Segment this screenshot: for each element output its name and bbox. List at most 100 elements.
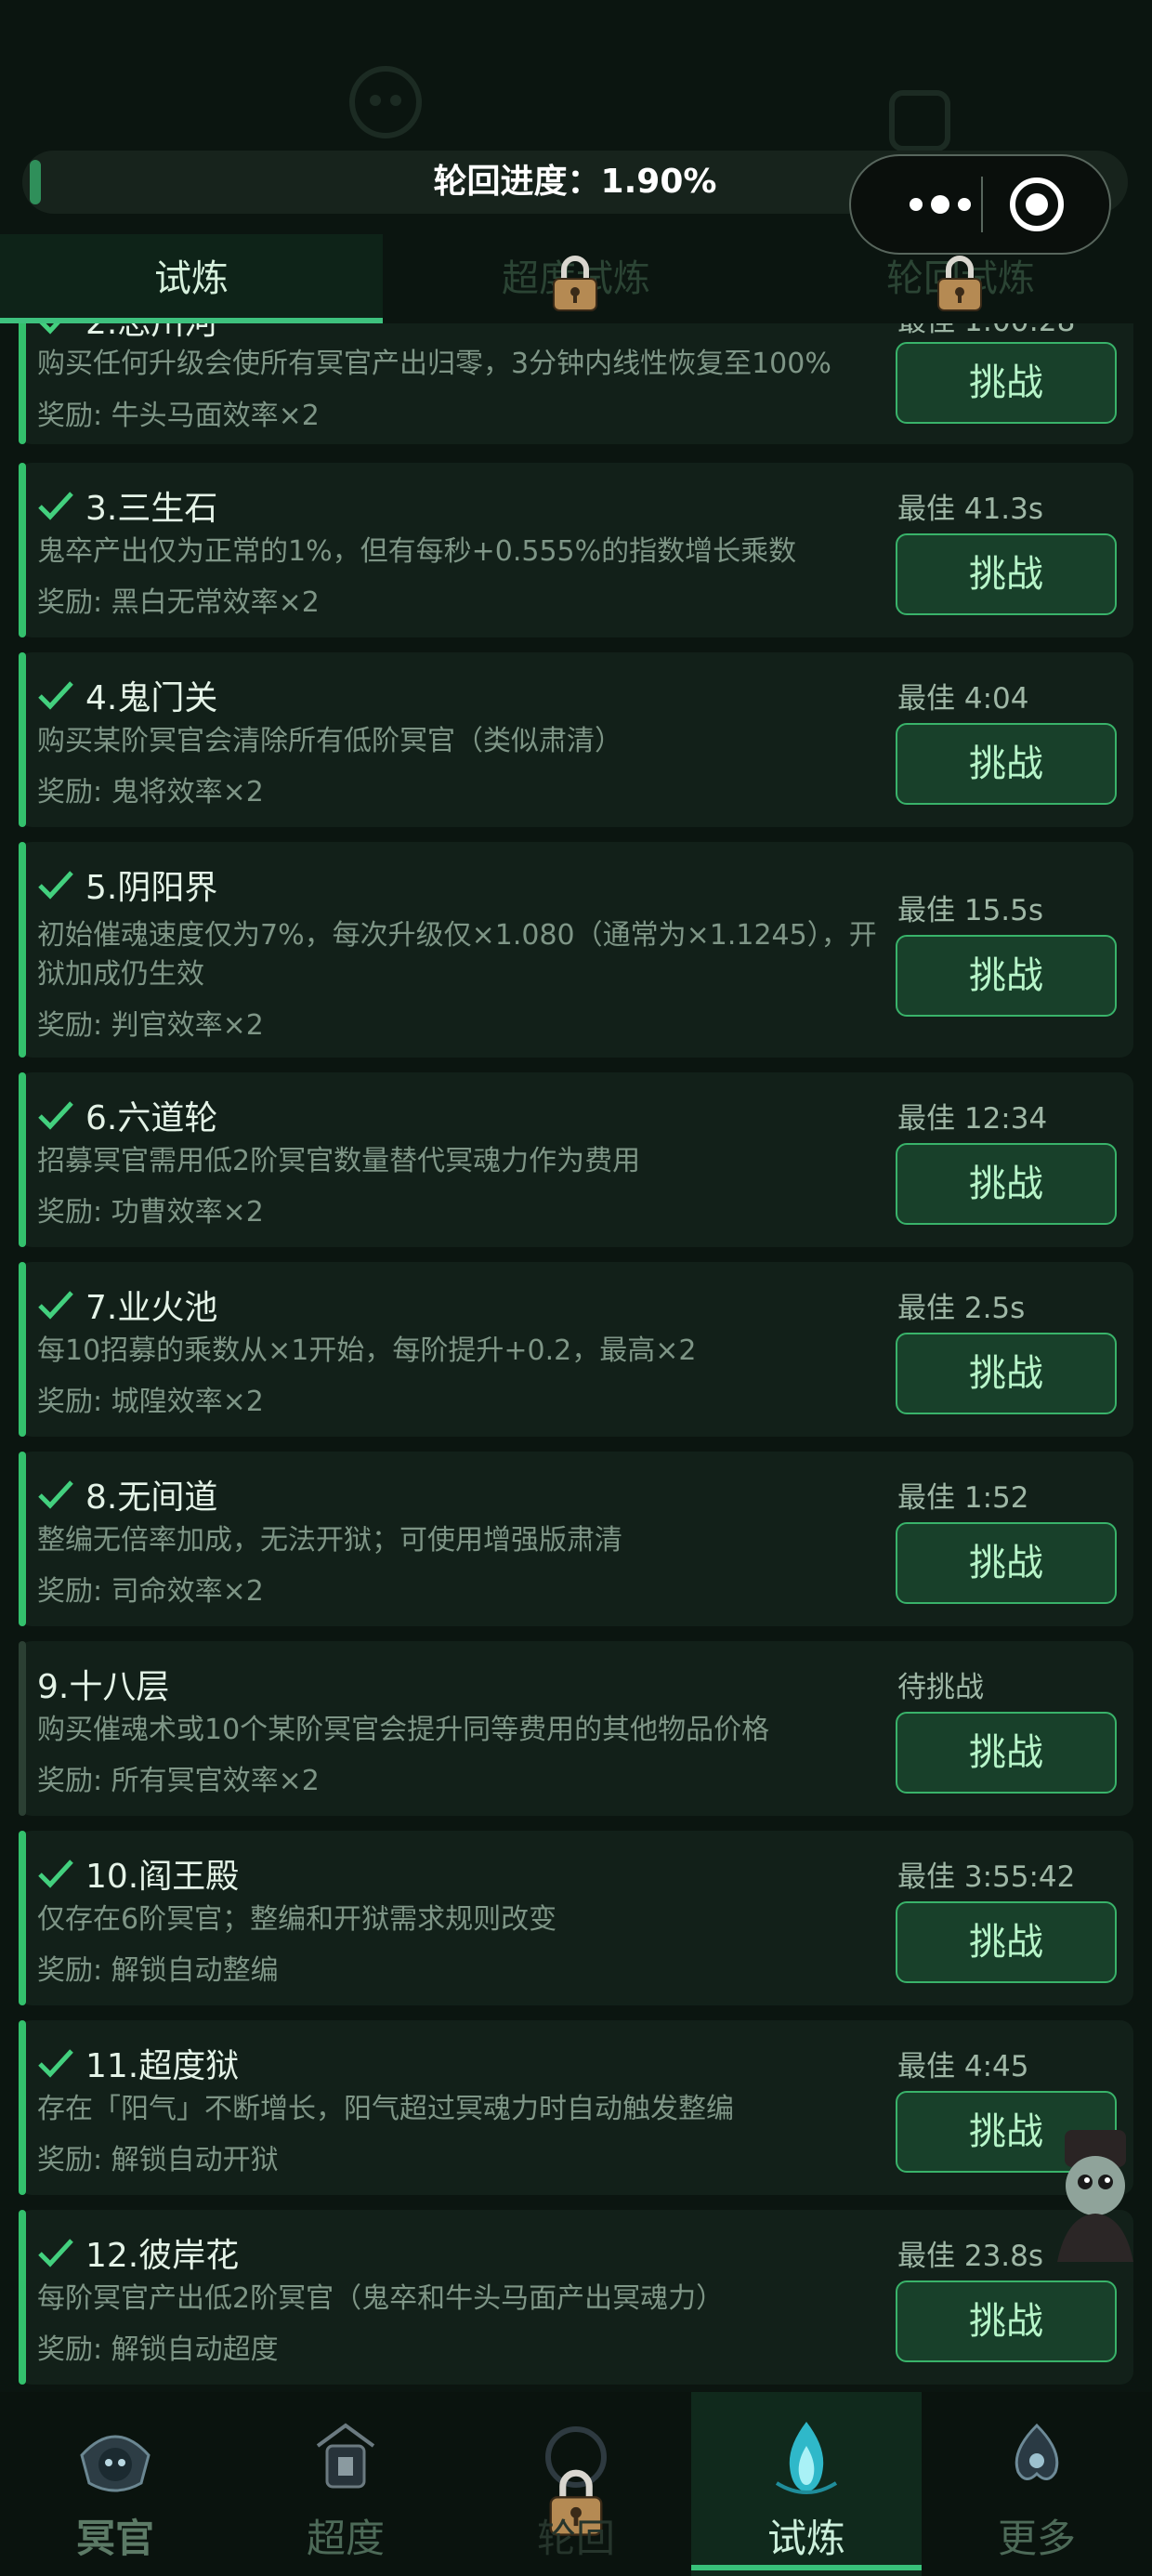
- trial-card: 5.阴阳界 初始催魂速度仅为7%，每次升级仅×1.080（通常为×1.1245）…: [19, 842, 1133, 1058]
- nav-item-reincarnation[interactable]: 轮回: [461, 2392, 691, 2576]
- trial-card: 9.十八层 购买催魂术或10个某阶冥官会提升同等费用的其他物品价格 奖励: 所有…: [19, 1641, 1133, 1816]
- best-time: 最佳 3:55:42: [897, 1860, 1076, 1894]
- trial-card: 7.业火池 每10招募的乘数从×1开始，每阶提升+0.2，最高×2 奖励: 城隍…: [19, 1262, 1133, 1437]
- trial-reward: 奖励: 司命效率×2: [37, 1575, 264, 1608]
- trial-title: 5.阴阳界: [37, 861, 217, 909]
- pending-indicator-bar: [19, 1641, 26, 1816]
- checkmark-icon: [38, 2049, 73, 2078]
- trial-description: 购买催魂术或10个某阶冥官会提升同等费用的其他物品价格: [37, 1714, 770, 1746]
- trial-description: 鬼卒产出仅为正常的1%，但有每秒+0.555%的指数增长乘数: [37, 535, 797, 568]
- nav-label: 更多: [997, 2516, 1076, 2561]
- best-time: 最佳 1:52: [897, 1481, 1029, 1515]
- best-time: 最佳 15.5s: [897, 894, 1044, 927]
- trial-description: 每10招募的乘数从×1开始，每阶提升+0.2，最高×2: [37, 1334, 697, 1367]
- trial-title: 3.三生石: [37, 481, 217, 530]
- trial-reward: 奖励: 所有冥官效率×2: [37, 1765, 320, 1797]
- completed-indicator-bar: [19, 1262, 26, 1437]
- lantern-shrine-icon: [316, 2423, 375, 2489]
- checkmark-icon: [38, 1860, 73, 1888]
- completed-indicator-bar: [19, 463, 26, 637]
- trial-card: 8.无间道 整编无倍率加成，无法开狱；可使用增强版肃清 奖励: 司命效率×2 最…: [19, 1452, 1133, 1626]
- checkmark-icon: [38, 871, 73, 900]
- trial-description: 整编无倍率加成，无法开狱；可使用增强版肃清: [37, 1524, 622, 1557]
- challenge-button[interactable]: 挑战: [896, 2280, 1117, 2362]
- trial-reward: 奖励: 黑白无常效率×2: [37, 586, 320, 619]
- trial-card: 2.忘川河 购买任何升级会使所有冥官产出归零，3分钟内线性恢复至100% 奖励:…: [19, 323, 1133, 444]
- background-ghost-icon: [349, 66, 422, 138]
- trial-description: 仅存在6阶冥官；整编和开狱需求规则改变: [37, 1903, 557, 1936]
- challenge-button[interactable]: 挑战: [896, 935, 1117, 1017]
- trial-title: 6.六道轮: [37, 1091, 217, 1139]
- nav-item-trial[interactable]: 试炼: [691, 2392, 922, 2576]
- tab-trial[interactable]: 试炼: [0, 234, 383, 323]
- blue-flame-icon: [775, 2422, 838, 2494]
- checkmark-icon: [39, 323, 60, 335]
- nav-label: 超度: [306, 2516, 385, 2561]
- trial-title: 10.阎王殿: [37, 1849, 239, 1898]
- completed-indicator-bar: [19, 2210, 26, 2385]
- checkmark-icon: [38, 1101, 73, 1130]
- best-time: 最佳 41.3s: [897, 493, 1044, 526]
- completed-indicator-bar: [19, 1831, 26, 2005]
- nav-item-officials[interactable]: 冥官: [0, 2392, 230, 2576]
- challenge-button[interactable]: 挑战: [896, 723, 1117, 805]
- ghost-helmet-icon: [80, 2435, 151, 2492]
- challenge-button[interactable]: 挑战: [896, 1901, 1117, 1983]
- checkmark-icon: [38, 1291, 73, 1320]
- challenge-button[interactable]: 挑战: [896, 1522, 1117, 1604]
- trial-reward: 奖励: 解锁自动超度: [37, 2333, 279, 2366]
- trial-reward: 奖励: 解锁自动开狱: [37, 2144, 279, 2176]
- nav-item-more[interactable]: 更多: [922, 2392, 1152, 2576]
- completed-indicator-bar: [19, 323, 26, 444]
- trial-list[interactable]: 2.忘川河 购买任何升级会使所有冥官产出归零，3分钟内线性恢复至100% 奖励:…: [19, 323, 1133, 2392]
- completed-indicator-bar: [19, 2020, 26, 2195]
- trial-title: 11.超度狱: [37, 2039, 239, 2087]
- capsule-divider: [981, 177, 983, 232]
- trial-description: 存在「阳气」不断增长，阳气超过冥魂力时自动触发整编: [37, 2093, 734, 2125]
- checkmark-icon: [38, 681, 73, 710]
- nav-label: 轮回: [536, 2516, 615, 2561]
- trial-status: 待挑战: [897, 1671, 984, 1704]
- spade-ornament-icon: [1015, 2423, 1059, 2480]
- bottom-navigation: 冥官 超度 轮回 试炼 更多: [0, 2392, 1152, 2576]
- active-nav-underline: [691, 2565, 922, 2570]
- completed-indicator-bar: [19, 1072, 26, 1247]
- completed-indicator-bar: [19, 652, 26, 827]
- trial-title: 2.忘川河: [37, 323, 217, 344]
- trial-description: 每阶冥官产出低2阶冥官（鬼卒和牛头马面产出冥魂力）: [37, 2282, 725, 2315]
- trial-tabs: 试炼 超度试炼 轮回试炼: [0, 234, 1152, 323]
- checkmark-icon: [38, 1480, 73, 1509]
- completed-indicator-bar: [19, 1452, 26, 1626]
- challenge-button[interactable]: 挑战: [896, 1333, 1117, 1414]
- challenge-button[interactable]: 挑战: [896, 1143, 1117, 1225]
- trial-reward: 奖励: 功曹效率×2: [37, 1196, 264, 1229]
- trial-description: 购买某阶冥官会清除所有低阶冥官（类似肃清）: [37, 725, 622, 757]
- challenge-button[interactable]: 挑战: [896, 342, 1117, 424]
- best-time: 最佳 4:04: [897, 682, 1029, 716]
- challenge-button[interactable]: 挑战: [896, 533, 1117, 615]
- trial-description: 购买任何升级会使所有冥官产出归零，3分钟内线性恢复至100%: [37, 348, 831, 380]
- floating-mascot-icon[interactable]: [1039, 2123, 1152, 2262]
- trial-card: 11.超度狱 存在「阳气」不断增长，阳气超过冥魂力时自动触发整编 奖励: 解锁自…: [19, 2020, 1133, 2195]
- trial-card: 10.阎王殿 仅存在6阶冥官；整编和开狱需求规则改变 奖励: 解锁自动整编 最佳…: [19, 1831, 1133, 2005]
- trial-description: 初始催魂速度仅为7%，每次升级仅×1.080（通常为×1.1245），开狱加成仍…: [37, 919, 877, 991]
- trial-card: 12.彼岸花 每阶冥官产出低2阶冥官（鬼卒和牛头马面产出冥魂力） 奖励: 解锁自…: [19, 2210, 1133, 2385]
- trial-reward: 奖励: 判官效率×2: [37, 1009, 264, 1042]
- nav-label: 试炼: [766, 2516, 845, 2561]
- lock-icon: [937, 256, 982, 311]
- nav-item-salvation[interactable]: 超度: [230, 2392, 461, 2576]
- trial-card: 6.六道轮 招募冥官需用低2阶冥官数量替代冥魂力作为费用 奖励: 功曹效率×2 …: [19, 1072, 1133, 1247]
- trial-reward: 奖励: 解锁自动整编: [37, 1954, 279, 1987]
- trial-description: 招募冥官需用低2阶冥官数量替代冥魂力作为费用: [37, 1145, 641, 1177]
- checkmark-icon: [38, 2239, 73, 2267]
- trial-card: 4.鬼门关 购买某阶冥官会清除所有低阶冥官（类似肃清） 奖励: 鬼将效率×2 最…: [19, 652, 1133, 827]
- close-miniprogram-icon[interactable]: [1009, 177, 1065, 232]
- trial-reward: 奖励: 城隍效率×2: [37, 1386, 264, 1418]
- trial-title: 7.业火池: [37, 1281, 217, 1329]
- best-time: 最佳 4:45: [897, 2050, 1029, 2083]
- lock-icon: [553, 256, 597, 311]
- best-time: 最佳 23.8s: [897, 2240, 1044, 2273]
- trial-reward: 奖励: 牛头马面效率×2: [37, 400, 320, 432]
- trial-reward: 奖励: 鬼将效率×2: [37, 776, 264, 808]
- challenge-button[interactable]: 挑战: [896, 1712, 1117, 1794]
